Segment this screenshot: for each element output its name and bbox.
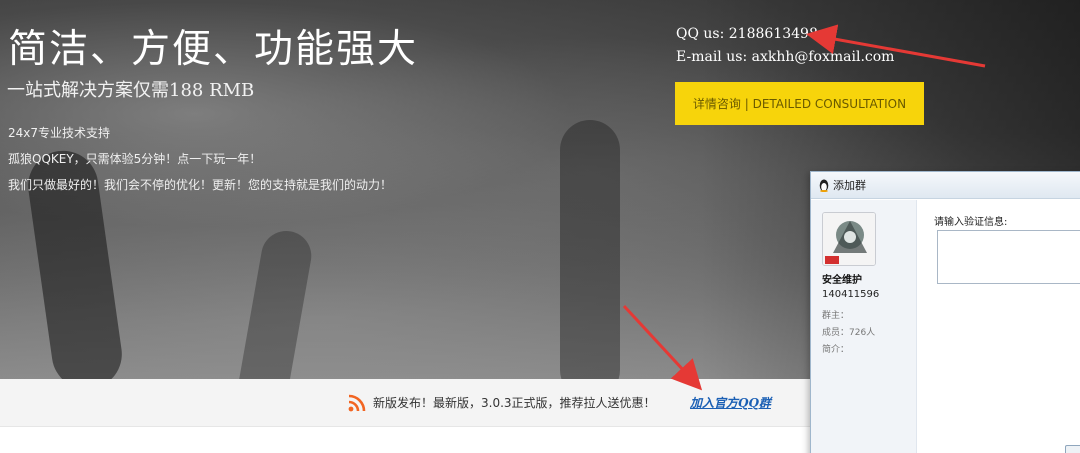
group-logo-icon	[823, 213, 875, 265]
group-info-panel: 安全维护 140411596 群主： 成员：726人 简介：	[811, 200, 917, 453]
dialog-title: 添加群	[833, 179, 866, 192]
rss-icon	[348, 394, 366, 412]
feature-trial: 孤狼QQKEY，只需体验5分钟！点一下玩一年！	[8, 152, 262, 166]
background-tree	[234, 227, 316, 379]
dialog-titlebar[interactable]: 添加群	[811, 172, 1080, 199]
join-qq-group-link[interactable]: 加入官方QQ群	[690, 394, 771, 411]
group-id: 140411596	[822, 289, 880, 300]
dialog-button[interactable]	[1065, 445, 1080, 453]
group-intro: 简介：	[822, 345, 850, 355]
news-text: 新版发布！最新版，3.0.3正式版，推荐拉人送优惠！	[373, 396, 656, 410]
feature-update: 我们只做最好的！我们会不停的优化！更新！您的支持就是我们的动力！	[8, 178, 393, 192]
verify-message-input[interactable]	[937, 230, 1080, 284]
contact-qq: QQ us: 2188613498	[676, 26, 818, 42]
contact-email[interactable]: E-mail us: axkhh@foxmail.com	[676, 49, 894, 65]
group-avatar	[822, 212, 876, 266]
background-tree	[560, 120, 620, 379]
consultation-button[interactable]: 详情咨询 | DETAILED CONSULTATION	[675, 82, 924, 125]
group-members: 成员：726人	[822, 328, 876, 338]
feature-support: 24x7专业技术支持	[8, 126, 111, 140]
hero-subtitle: 一站式解决方案仅需188 RMB	[7, 80, 255, 101]
group-name: 安全维护	[822, 275, 862, 286]
verify-label: 请输入验证信息:	[934, 217, 1008, 228]
dialog-body: 安全维护 140411596 群主： 成员：726人 简介： 请输入验证信息:	[811, 200, 1080, 453]
group-owner: 群主：	[822, 311, 850, 321]
qq-penguin-icon	[819, 179, 829, 192]
hero-title: 简洁、方便、功能强大	[8, 27, 419, 72]
add-group-dialog: 添加群 安全维护 140411596 群主： 成员：726人 简介： 请输入验证…	[810, 171, 1080, 453]
